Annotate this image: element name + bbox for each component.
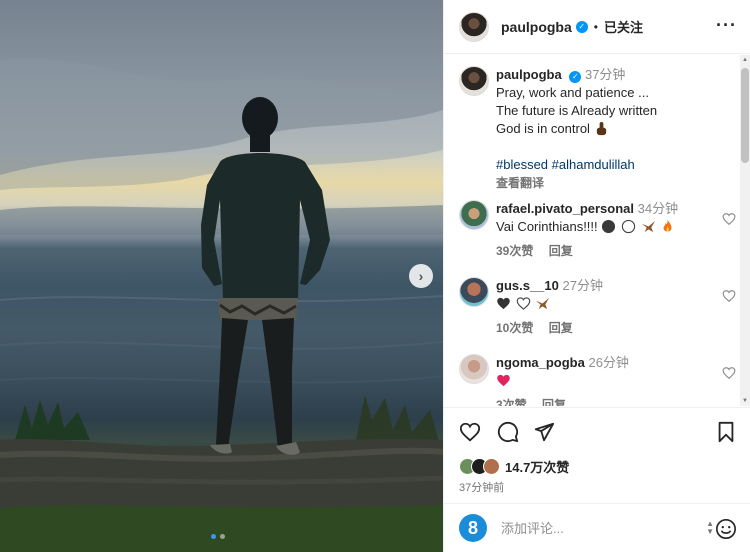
scroll-down-icon[interactable]: ▼ <box>742 398 748 404</box>
carousel-dots <box>211 534 225 539</box>
separator-dot: • <box>593 19 598 34</box>
liker-avatar <box>483 458 500 475</box>
carousel-dot-2 <box>220 534 225 539</box>
more-horizontal-icon[interactable]: ··· <box>716 15 737 36</box>
author-username[interactable]: paulpogba <box>501 19 572 35</box>
comment-likes[interactable]: 10次赞 <box>496 321 533 335</box>
comment-time: 26分钟 <box>588 355 629 370</box>
post-panel: paulpogba ✓ • 已关注 ··· paulpogba ✓ 37分钟 P… <box>443 0 750 552</box>
white-circle-emoji-icon <box>621 219 636 234</box>
commenter-username[interactable]: gus.s__10 <box>496 278 559 293</box>
pointing-up-emoji-icon <box>596 121 606 136</box>
verified-badge-icon: ✓ <box>575 20 588 33</box>
scrollbar-thumb[interactable] <box>741 68 749 163</box>
like-comment-heart-icon[interactable] <box>722 289 736 303</box>
reply-button[interactable]: 回复 <box>549 244 573 258</box>
caption-line: Pray, work and patience ... <box>496 85 649 100</box>
follow-status-button[interactable]: 已关注 <box>604 17 643 36</box>
caption-time: 37分钟 <box>584 67 626 82</box>
comment-bubble-icon[interactable] <box>497 421 519 443</box>
likes-summary[interactable]: 14.7万次赞 <box>459 457 569 476</box>
resize-stepper-icon[interactable]: ▲ ▼ <box>706 520 714 536</box>
share-send-icon[interactable] <box>533 421 555 443</box>
post-photo[interactable]: › <box>0 0 443 552</box>
commenter-username[interactable]: rafael.pivato_personal <box>496 201 634 216</box>
caption-line: The future is Already written <box>496 103 658 118</box>
verified-badge-icon: ✓ <box>569 71 582 83</box>
commenter-avatar[interactable] <box>459 354 489 384</box>
caption-line: God is in control <box>496 121 590 136</box>
black-circle-emoji-icon <box>602 219 616 234</box>
comments-scrollbar[interactable]: ▲ ▼ <box>740 55 750 406</box>
fire-emoji-icon <box>663 219 672 232</box>
comment-likes[interactable]: 3次赞 <box>496 398 527 406</box>
post-header: paulpogba ✓ • 已关注 ··· <box>444 0 750 54</box>
comments-scroll-area[interactable]: paulpogba ✓ 37分钟 Pray, work and patience… <box>444 55 741 406</box>
commenter-avatar[interactable] <box>459 277 489 307</box>
commenter-username[interactable]: ngoma_pogba <box>496 355 585 370</box>
author-avatar[interactable] <box>459 11 489 42</box>
red-heart-emoji-icon <box>497 374 510 387</box>
eagle-emoji-icon <box>536 297 550 310</box>
comment-item: gus.s__10 27分钟 10次赞 回复 <box>459 277 739 337</box>
comment-item: rafael.pivato_personal 34分钟 Vai Corinthi… <box>459 200 739 260</box>
post-actions: 14.7万次赞 37分钟前 <box>444 407 750 512</box>
save-bookmark-icon[interactable] <box>715 421 737 443</box>
caption-author-avatar[interactable] <box>459 66 489 96</box>
likes-count[interactable]: 14.7万次赞 <box>505 457 569 476</box>
chevron-right-icon: › <box>418 268 424 284</box>
black-heart-emoji-icon <box>497 297 510 310</box>
comment-likes[interactable]: 39次赞 <box>496 244 533 258</box>
reply-button[interactable]: 回复 <box>549 321 573 335</box>
comment-item: ngoma_pogba 26分钟 3次赞 回复 <box>459 354 739 406</box>
app-logo-icon: 8 <box>459 514 487 542</box>
like-comment-heart-icon[interactable] <box>722 212 736 226</box>
comment-text: Vai Corinthians!!!! <box>496 219 598 234</box>
like-heart-icon[interactable] <box>459 421 481 443</box>
scroll-up-icon[interactable]: ▲ <box>742 57 748 63</box>
like-comment-heart-icon[interactable] <box>722 366 736 380</box>
commenter-avatar[interactable] <box>459 200 489 230</box>
caption-username[interactable]: paulpogba <box>496 67 562 82</box>
eagle-emoji-icon <box>641 220 655 233</box>
post-caption: paulpogba ✓ 37分钟 Pray, work and patience… <box>459 66 739 192</box>
next-photo-button[interactable]: › <box>409 264 433 288</box>
posted-time: 37分钟前 <box>459 482 505 494</box>
comment-input[interactable] <box>501 520 691 536</box>
white-heart-emoji-icon <box>516 297 530 310</box>
carousel-dot-1 <box>211 534 216 539</box>
caption-hashtags[interactable]: #blessed #alhamdulillah <box>496 156 657 174</box>
emoji-picker-icon[interactable] <box>715 518 737 540</box>
comment-composer: 8 ▲▼ <box>444 503 750 552</box>
comment-time: 27分钟 <box>562 278 603 293</box>
see-translation-link[interactable]: 查看翻译 <box>496 174 657 192</box>
photo-scene <box>0 0 443 552</box>
reply-button[interactable]: 回复 <box>542 398 566 406</box>
comment-time: 34分钟 <box>637 201 679 216</box>
